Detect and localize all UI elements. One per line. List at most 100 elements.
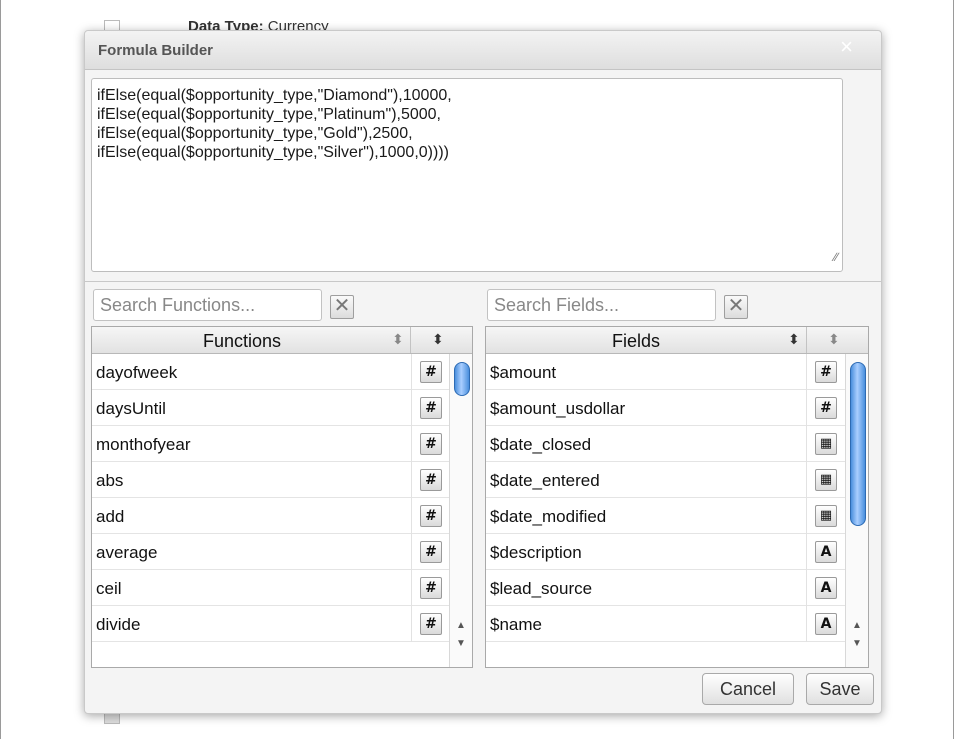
function-name: divide: [96, 615, 141, 634]
resize-grip-icon[interactable]: ∕∕: [834, 248, 838, 267]
type-cell: #: [411, 534, 451, 570]
scroll-up-icon[interactable]: ▲: [846, 620, 868, 631]
function-row[interactable]: divide #: [92, 606, 450, 642]
type-cell: #: [806, 390, 846, 426]
function-name: abs: [96, 471, 124, 490]
type-cell: ▦: [806, 498, 846, 534]
type-cell: A: [806, 534, 846, 570]
column-separator: [410, 327, 411, 353]
background-checkbox: [104, 20, 120, 30]
type-cell: #: [411, 426, 451, 462]
function-name: monthofyear: [96, 435, 191, 454]
calendar-icon: ▦: [815, 505, 837, 527]
number-type-icon: #: [420, 541, 442, 563]
functions-column-header[interactable]: Functions: [92, 331, 392, 352]
type-cell: A: [806, 606, 846, 642]
number-type-icon: #: [420, 433, 442, 455]
number-type-icon: #: [420, 613, 442, 635]
search-functions-input[interactable]: Search Functions...: [93, 289, 322, 321]
function-row[interactable]: average #: [92, 534, 450, 570]
fields-list-header: Fields ⬍ ⬍: [486, 327, 868, 354]
formula-text: ifElse(equal($opportunity_type,"Diamond"…: [97, 87, 452, 161]
function-name: daysUntil: [96, 399, 166, 418]
field-name: $amount_usdollar: [490, 399, 626, 418]
column-separator: [806, 327, 807, 353]
functions-scrollbar[interactable]: ▲ ▼: [449, 354, 472, 667]
functions-scroll-thumb[interactable]: [454, 362, 470, 396]
type-cell: #: [806, 354, 846, 390]
field-row[interactable]: $date_entered ▦: [486, 462, 845, 498]
type-cell: #: [411, 354, 451, 390]
fields-scroll-thumb[interactable]: [850, 362, 866, 526]
fields-rows: $amount # $amount_usdollar # $date_closed ▦…: [486, 354, 845, 642]
function-row[interactable]: daysUntil #: [92, 390, 450, 426]
function-name: add: [96, 507, 125, 526]
background-field-label: Data Type:: [188, 18, 264, 30]
functions-rows: dayofweek # daysUntil # monthofyear # abs # …: [92, 354, 450, 642]
type-cell: A: [806, 570, 846, 606]
field-row[interactable]: $name A: [486, 606, 845, 642]
function-row[interactable]: ceil #: [92, 570, 450, 606]
field-row[interactable]: $date_modified ▦: [486, 498, 845, 534]
number-type-icon: #: [815, 361, 837, 383]
field-name: $amount: [490, 363, 557, 382]
number-type-icon: #: [420, 397, 442, 419]
type-cell: #: [411, 606, 451, 642]
field-name: $date_entered: [490, 471, 600, 490]
type-cell: #: [411, 390, 451, 426]
function-name: dayofweek: [96, 363, 178, 382]
calendar-icon: ▦: [815, 469, 837, 491]
sort-icon[interactable]: ⬍: [828, 330, 840, 348]
number-type-icon: #: [420, 505, 442, 527]
field-name: $date_modified: [490, 507, 607, 526]
scroll-down-icon[interactable]: ▼: [450, 638, 472, 649]
field-name: $description: [490, 543, 582, 562]
background-form-peek: Data Type: Currency: [100, 8, 420, 30]
number-type-icon: #: [420, 469, 442, 491]
functions-list-header: Functions ⬍ ⬍: [92, 327, 472, 354]
field-row[interactable]: $lead_source A: [486, 570, 845, 606]
dialog-title: Formula Builder: [98, 42, 214, 59]
function-name: ceil: [96, 579, 122, 598]
scroll-down-icon[interactable]: ▼: [846, 638, 868, 649]
type-cell: ▦: [806, 426, 846, 462]
formula-textarea[interactable]: ifElse(equal($opportunity_type,"Diamond"…: [91, 78, 843, 272]
text-type-icon: A: [815, 577, 837, 599]
formula-builder-dialog: Formula Builder × ifElse(equal($opportun…: [84, 30, 882, 714]
function-row[interactable]: abs #: [92, 462, 450, 498]
cancel-button[interactable]: Cancel: [702, 673, 794, 705]
field-row[interactable]: $description A: [486, 534, 845, 570]
text-type-icon: A: [815, 613, 837, 635]
field-name: $name: [490, 615, 542, 634]
section-divider: [85, 281, 881, 282]
sort-icon[interactable]: ⬍: [788, 330, 800, 348]
calendar-icon: ▦: [815, 433, 837, 455]
number-type-icon: #: [420, 577, 442, 599]
close-icon[interactable]: ×: [840, 35, 853, 59]
number-type-icon: #: [420, 361, 442, 383]
function-row[interactable]: dayofweek #: [92, 354, 450, 390]
field-row[interactable]: $amount #: [486, 354, 845, 390]
field-name: $lead_source: [490, 579, 593, 598]
dialog-titlebar: Formula Builder ×: [85, 31, 881, 70]
sort-icon[interactable]: ⬍: [392, 330, 404, 348]
type-cell: ▦: [806, 462, 846, 498]
function-row[interactable]: add #: [92, 498, 450, 534]
function-row[interactable]: monthofyear #: [92, 426, 450, 462]
save-button[interactable]: Save: [806, 673, 874, 705]
scroll-up-icon[interactable]: ▲: [450, 620, 472, 631]
background-field-value: Currency: [267, 18, 329, 30]
fields-list-panel: Fields ⬍ ⬍ $amount # $amount_usdollar # $d…: [485, 326, 869, 668]
search-fields-input[interactable]: Search Fields...: [487, 289, 716, 321]
clear-fields-search-icon[interactable]: ✕: [724, 295, 748, 319]
type-cell: #: [411, 570, 451, 606]
function-name: average: [96, 543, 158, 562]
fields-scrollbar[interactable]: ▲ ▼: [845, 354, 868, 667]
clear-functions-search-icon[interactable]: ✕: [330, 295, 354, 319]
field-name: $date_closed: [490, 435, 592, 454]
type-cell: #: [411, 498, 451, 534]
sort-icon[interactable]: ⬍: [432, 330, 444, 348]
field-row[interactable]: $amount_usdollar #: [486, 390, 845, 426]
field-row[interactable]: $date_closed ▦: [486, 426, 845, 462]
fields-column-header[interactable]: Fields: [486, 331, 786, 352]
